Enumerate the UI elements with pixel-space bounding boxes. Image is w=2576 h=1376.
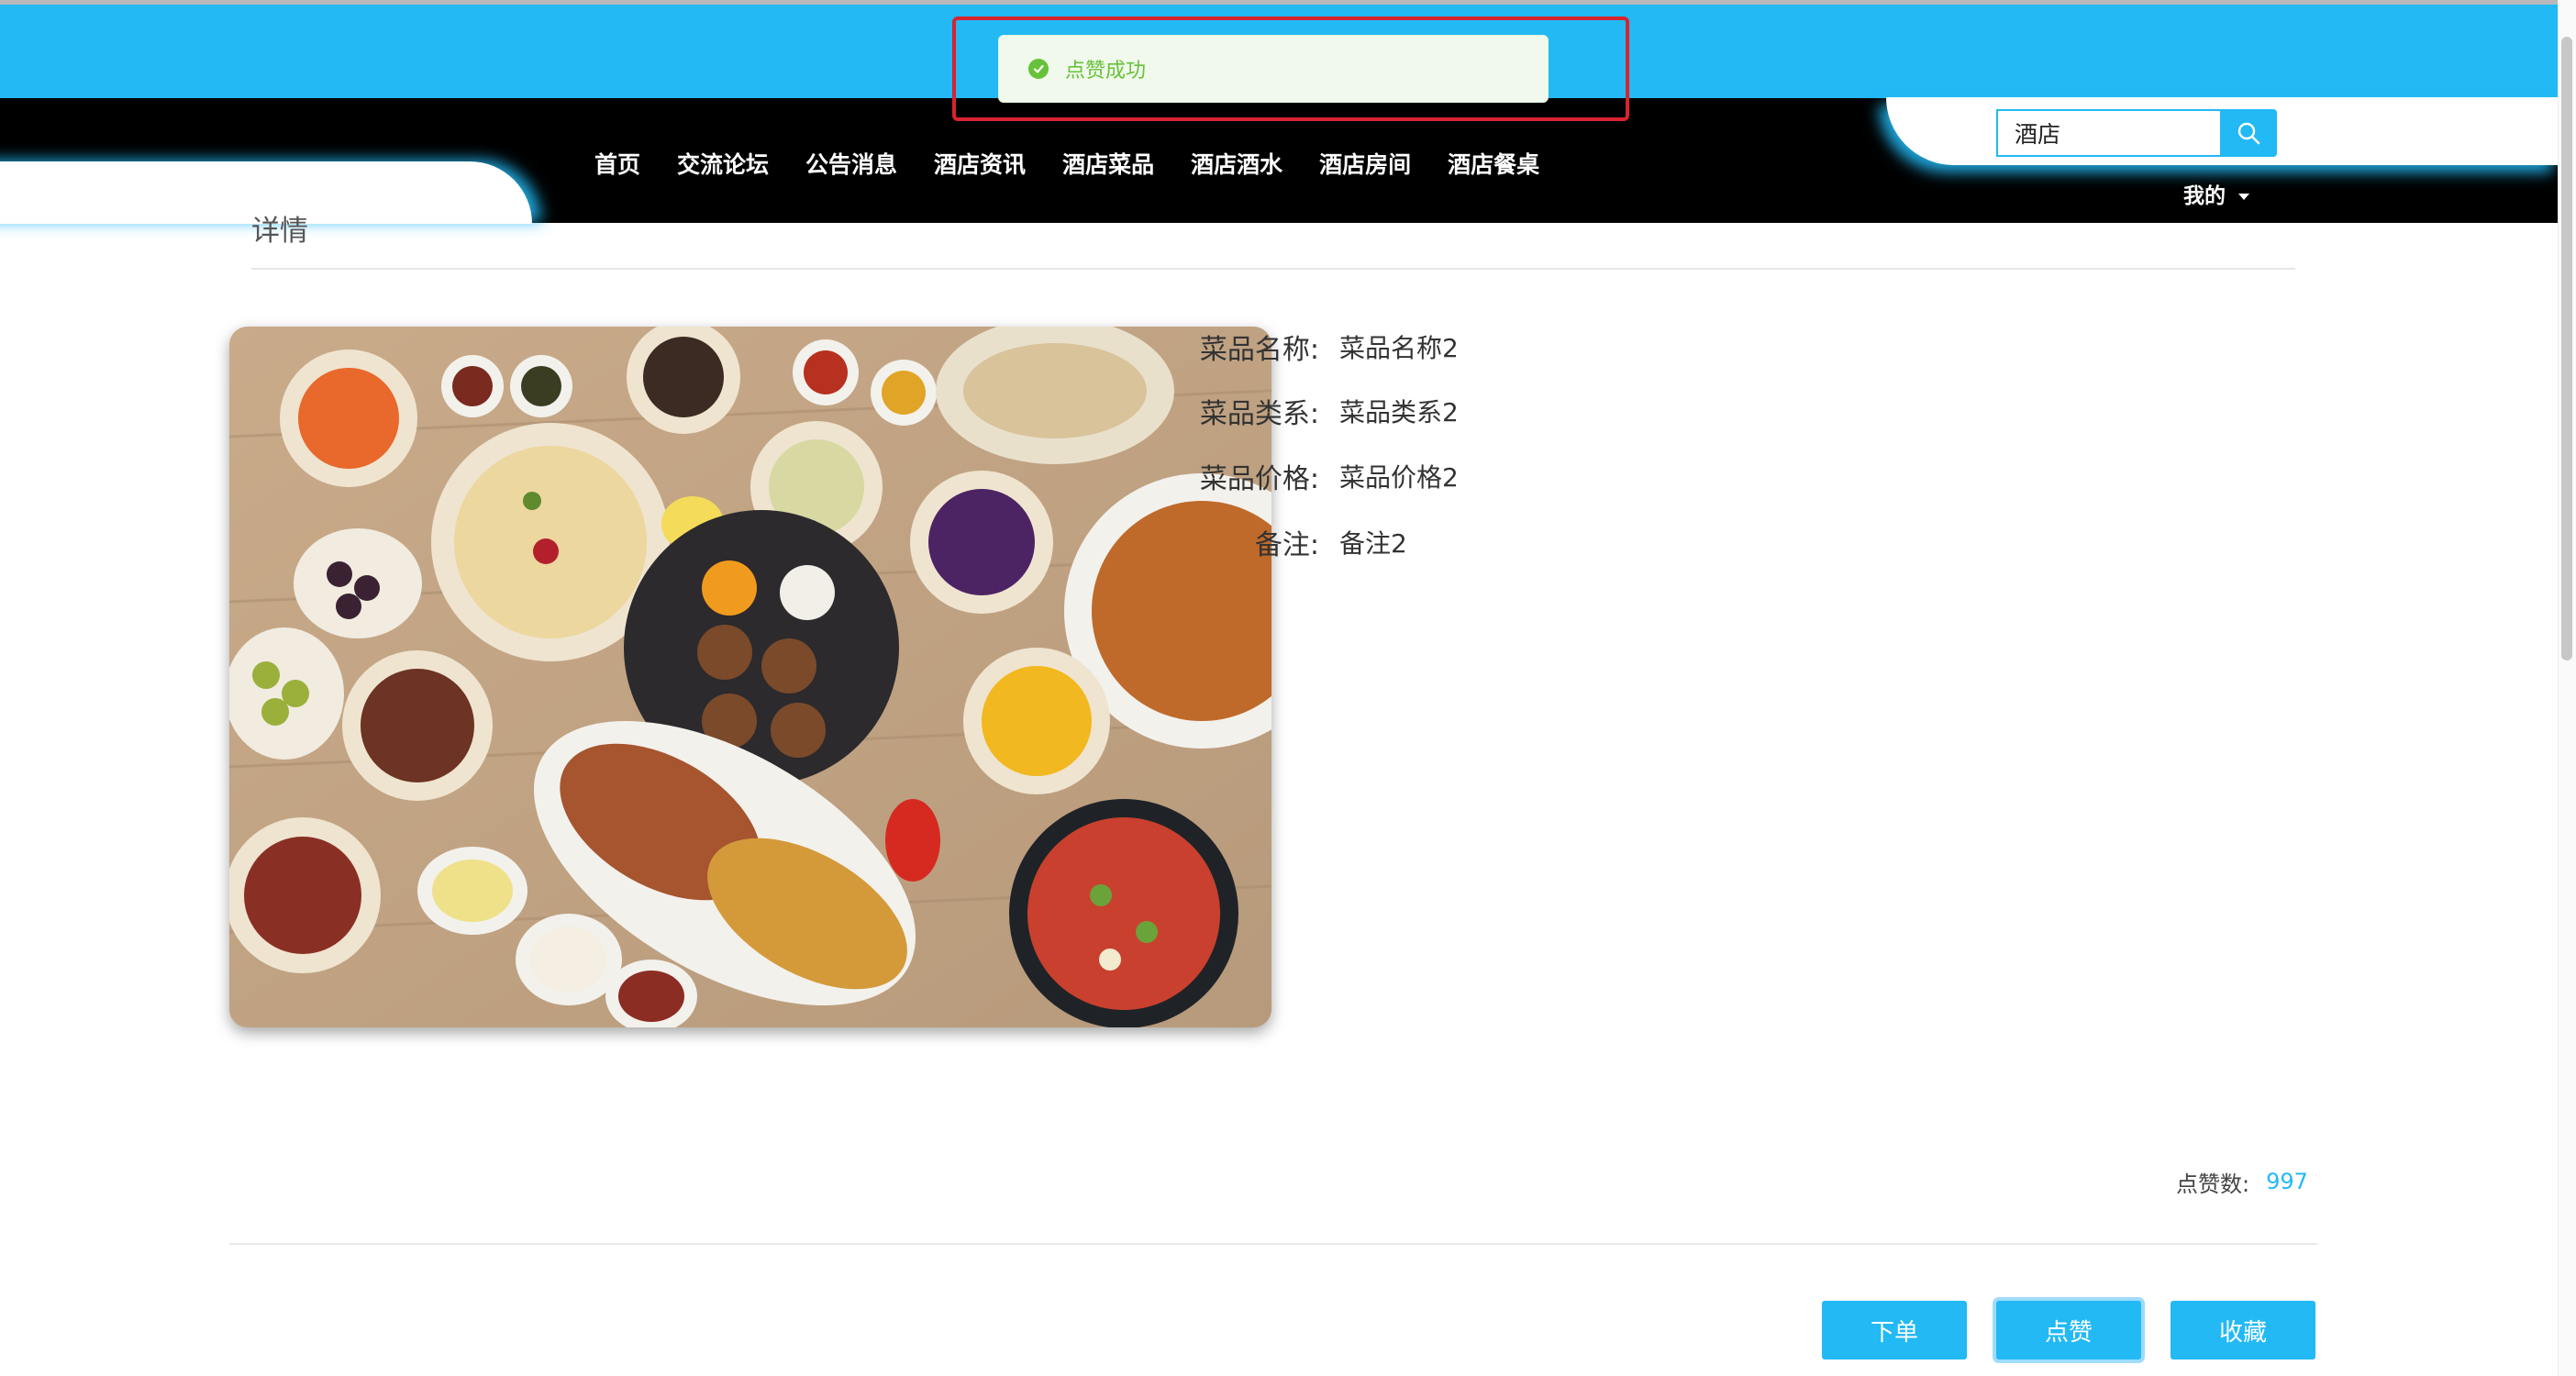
field-dish-price: 菜品价格: 菜品价格2 xyxy=(1193,458,1459,495)
main-nav: 首页 交流论坛 公告消息 酒店资讯 酒店菜品 酒店酒水 酒店房间 酒店餐桌 xyxy=(594,147,1576,183)
search-button[interactable] xyxy=(2220,109,2277,157)
nav-item-hotel-news[interactable]: 酒店资讯 xyxy=(934,147,1026,183)
field-dish-name: 菜品名称: 菜品名称2 xyxy=(1193,328,1459,366)
like-button[interactable]: 点赞 xyxy=(1996,1301,2141,1359)
title-divider xyxy=(251,268,2295,270)
page-title: 详情 xyxy=(251,215,308,248)
user-menu-label: 我的 xyxy=(2183,184,2226,208)
nav-item-hotel-dishes[interactable]: 酒店菜品 xyxy=(1062,147,1154,183)
field-dish-price-label: 菜品价格: xyxy=(1199,463,1319,495)
nav-item-announcements[interactable]: 公告消息 xyxy=(805,147,897,183)
nav-item-hotel-drinks[interactable]: 酒店酒水 xyxy=(1191,147,1282,183)
caret-down-icon xyxy=(2238,193,2249,200)
field-remark-value: 备注2 xyxy=(1339,528,1407,559)
field-dish-name-label: 菜品名称: xyxy=(1199,334,1319,366)
actions-divider xyxy=(229,1243,2317,1245)
like-count-label: 点赞数: xyxy=(2176,1171,2250,1197)
order-button[interactable]: 下单 xyxy=(1822,1301,1967,1359)
check-circle-icon xyxy=(1028,59,1049,79)
like-count-value: 997 xyxy=(2266,1169,2308,1194)
field-dish-name-value: 菜品名称2 xyxy=(1339,333,1459,363)
field-dish-category-label: 菜品类系: xyxy=(1199,398,1319,430)
like-count: 点赞数: 997 xyxy=(2176,1165,2308,1198)
search-icon xyxy=(2237,122,2260,145)
field-dish-price-value: 菜品价格2 xyxy=(1339,462,1459,493)
field-dish-category-value: 菜品类系2 xyxy=(1339,397,1459,427)
search-input[interactable] xyxy=(1996,109,2220,157)
dish-image xyxy=(229,327,1271,1027)
toast-message: 点赞成功 xyxy=(1065,60,1147,83)
field-remark-label: 备注: xyxy=(1254,529,1319,561)
success-toast: 点赞成功 xyxy=(998,35,1549,103)
nav-item-hotel-tables[interactable]: 酒店餐桌 xyxy=(1448,147,1539,183)
page-scrollbar-thumb[interactable] xyxy=(2561,37,2572,660)
field-dish-category: 菜品类系: 菜品类系2 xyxy=(1193,393,1459,430)
nav-item-forum[interactable]: 交流论坛 xyxy=(677,147,769,183)
nav-item-home[interactable]: 首页 xyxy=(594,147,640,183)
nav-item-hotel-rooms[interactable]: 酒店房间 xyxy=(1319,147,1411,183)
user-menu[interactable]: 我的 xyxy=(2183,180,2249,213)
favorite-button[interactable]: 收藏 xyxy=(2171,1301,2315,1359)
field-remark: 备注: 备注2 xyxy=(1193,524,1407,561)
